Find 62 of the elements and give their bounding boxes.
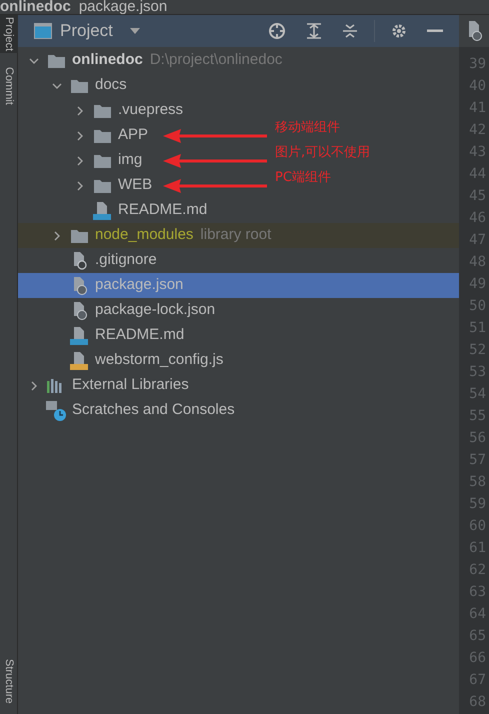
folder-icon	[94, 178, 110, 192]
item-hint: D:\project\onlinedoc	[150, 50, 282, 70]
panel-title[interactable]: Project	[60, 18, 113, 44]
chevron-right-icon[interactable]	[75, 180, 85, 190]
folder-icon	[94, 154, 110, 168]
tree-row[interactable]: package-lock.json	[18, 298, 459, 323]
item-label: README.md	[118, 200, 208, 220]
breadcrumb-item[interactable]: package.json	[78, 0, 168, 14]
crosshair-icon[interactable]	[268, 22, 286, 40]
item-label: README.md	[95, 325, 184, 346]
window-icon	[34, 23, 52, 39]
expand-all-icon[interactable]	[306, 23, 322, 39]
side-tab[interactable]: Project	[0, 15, 19, 54]
item-label: Scratches and Consoles	[72, 400, 235, 420]
item-label: webstorm_config.js	[95, 350, 224, 370]
annotation-text: 图片,可以不使用	[275, 144, 370, 162]
item-label: WEB	[118, 175, 152, 196]
annotation-text: 移动端组件	[275, 119, 340, 137]
side-tab[interactable]: Structure	[0, 657, 19, 706]
chevron-right-icon[interactable]	[29, 380, 39, 390]
item-label: .gitignore	[95, 250, 157, 270]
chevron-right-icon[interactable]	[52, 230, 62, 240]
item-label: img	[118, 150, 142, 170]
folder-icon	[48, 54, 64, 68]
settings-icon[interactable]	[391, 23, 407, 39]
file-icon	[93, 202, 111, 220]
item-label: node_modules	[95, 225, 194, 246]
tree-row[interactable]: .gitignore	[18, 248, 459, 273]
item-hint: library root	[200, 225, 272, 246]
item-label: docs	[95, 75, 127, 96]
tree-row[interactable]: Scratches and Consoles	[18, 398, 459, 423]
chevron-right-icon[interactable]	[75, 130, 85, 140]
tree-row[interactable]: webstorm_config.js	[18, 348, 459, 373]
annotation-text: PC端组件	[275, 169, 331, 187]
chevron-down-icon[interactable]	[52, 80, 62, 90]
item-label: package.json	[95, 275, 184, 296]
item-label: External Libraries	[72, 375, 189, 396]
collapse-all-icon[interactable]	[342, 23, 358, 39]
chevron-down-icon[interactable]	[29, 56, 39, 66]
item-label: onlinedoc	[72, 50, 143, 70]
file-icon	[70, 352, 88, 370]
dropdown-icon[interactable]	[128, 27, 141, 35]
item-label: APP	[118, 125, 148, 146]
tree-row[interactable]: onlinedoc D:\project\onlinedoc	[18, 48, 459, 73]
side-tab[interactable]: Commit	[0, 65, 19, 108]
folder-icon	[94, 128, 110, 142]
minimize-icon[interactable]	[427, 29, 443, 33]
breadcrumb-item[interactable]: onlinedoc	[0, 0, 71, 14]
folder-icon	[94, 104, 110, 118]
scratches-icon	[46, 400, 66, 420]
tree-row[interactable]: docs	[18, 73, 459, 98]
item-label: package-lock.json	[95, 300, 216, 320]
chevron-right-icon[interactable]	[75, 106, 85, 116]
chevron-right-icon[interactable]	[75, 156, 85, 166]
tree-row[interactable]: External Libraries	[18, 373, 459, 398]
folder-icon	[70, 78, 88, 92]
item-label: .vuepress	[118, 100, 184, 120]
tree-row[interactable]: node_modules library root	[18, 223, 459, 248]
tree-row[interactable]: README.md	[18, 198, 459, 223]
folder-icon	[70, 228, 88, 242]
tree-row[interactable]: README.md	[18, 323, 459, 348]
file-icon	[70, 326, 88, 344]
